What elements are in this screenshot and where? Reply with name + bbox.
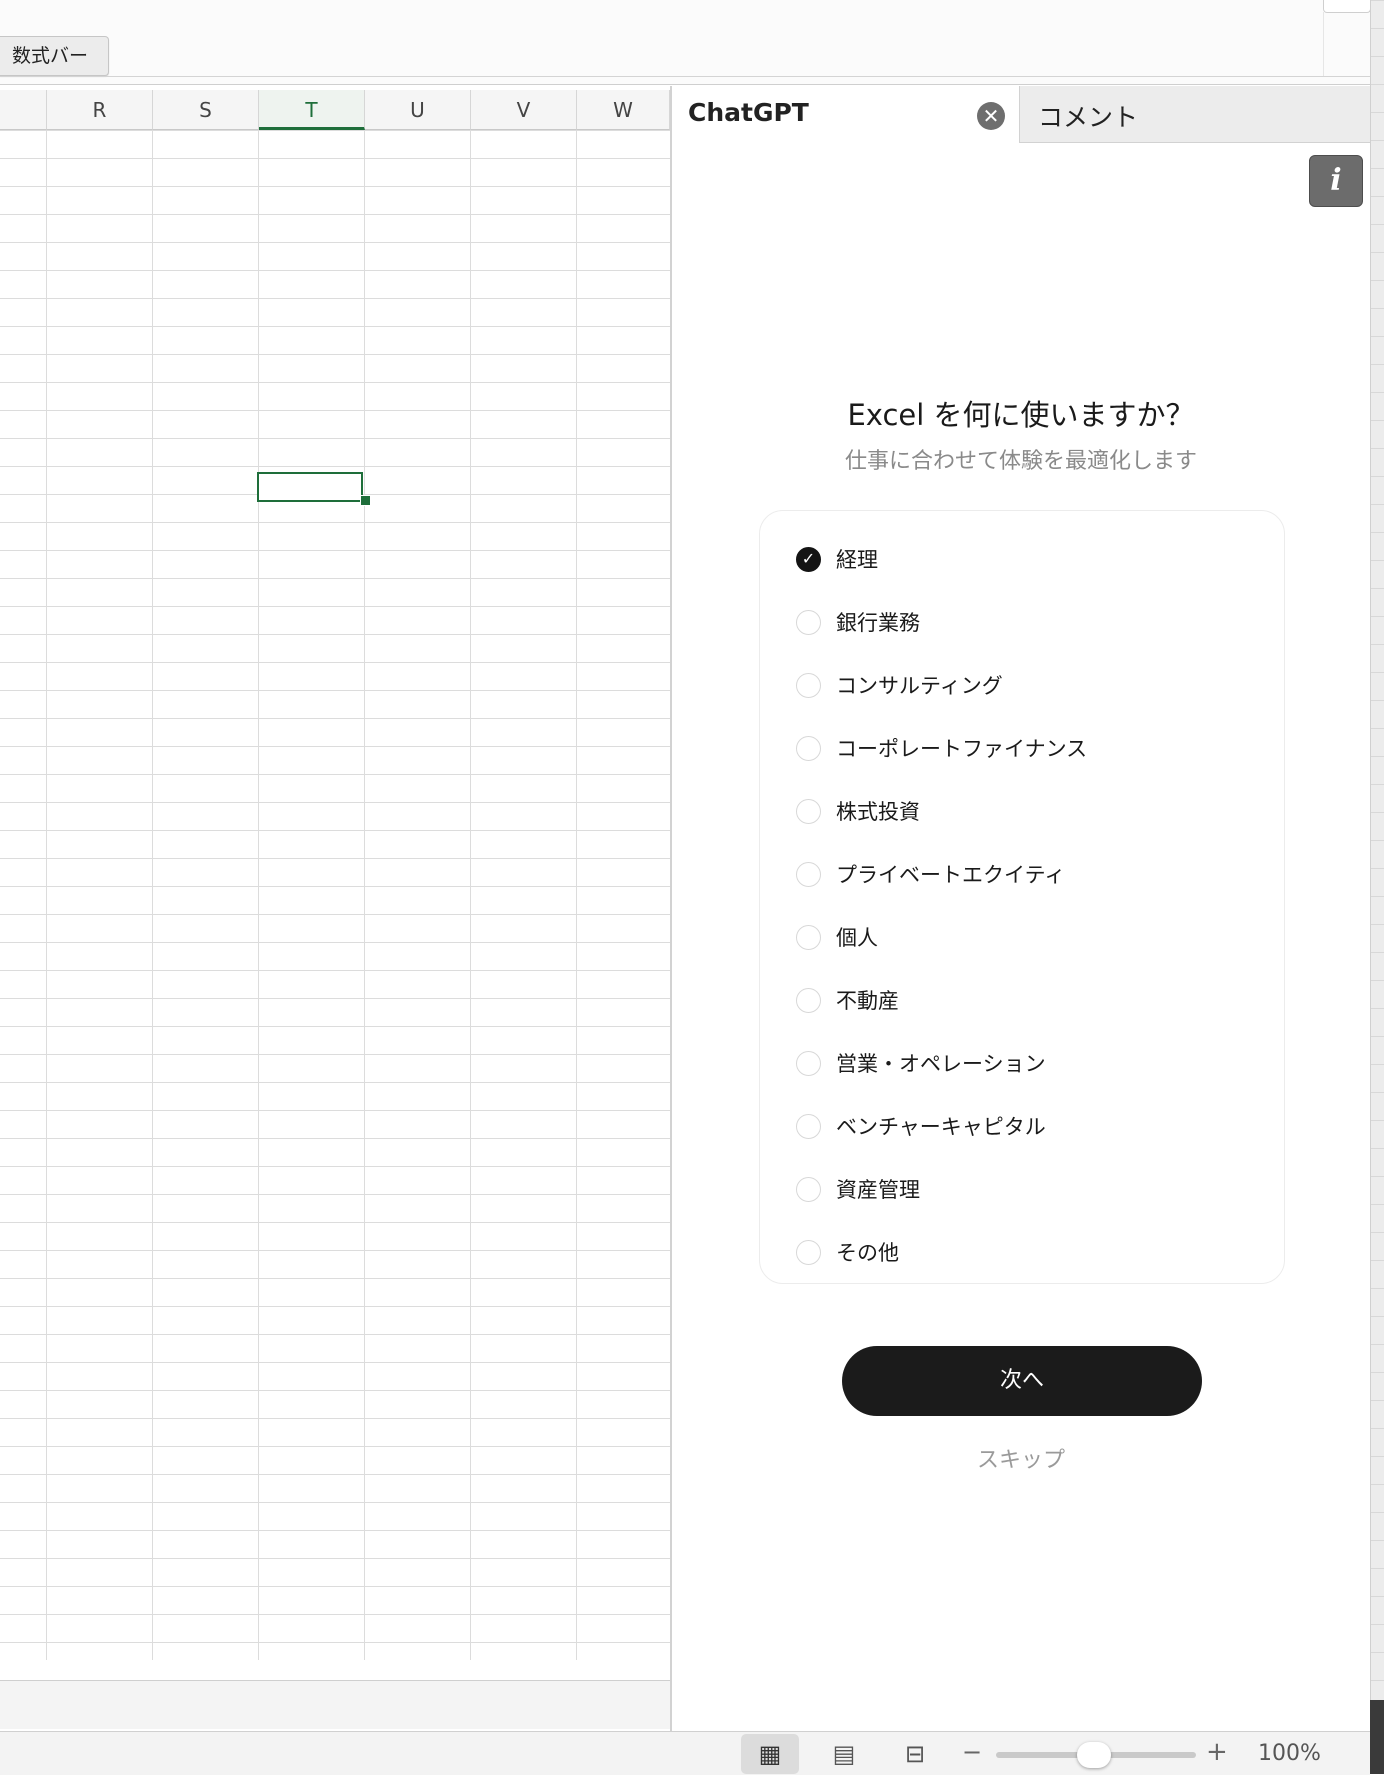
- background-window-edge: [1370, 0, 1384, 1774]
- option-label: 資産管理: [836, 1178, 920, 1202]
- tab-chatgpt[interactable]: ChatGPT ✕: [672, 86, 1020, 143]
- option-label: 不動産: [836, 989, 899, 1013]
- option-label: ベンチャーキャピタル: [836, 1115, 1046, 1139]
- status-bar: ▦ ▤ ⊟ − + 100%: [0, 1731, 1370, 1775]
- formula-bar-area: 数式バー: [0, 0, 1371, 85]
- radio-checked-icon[interactable]: ✓: [796, 547, 821, 572]
- column-header-t[interactable]: T: [259, 90, 365, 130]
- normal-view-icon[interactable]: ▦: [741, 1734, 799, 1774]
- option-label: 株式投資: [836, 800, 920, 824]
- formula-bar-button[interactable]: 数式バー: [0, 36, 109, 76]
- radio-icon[interactable]: [796, 925, 821, 950]
- options-card: ✓ 経理 銀行業務 コンサルティング コーポレートファイナンス 株式投資 プライ…: [759, 510, 1285, 1284]
- column-header-u[interactable]: U: [365, 90, 471, 130]
- question-title: Excel を何に使いますか？: [847, 398, 1195, 432]
- zoom-slider-handle[interactable]: [1077, 1742, 1111, 1768]
- cell-grid[interactable]: [0, 130, 670, 1660]
- zoom-out-button[interactable]: −: [962, 1738, 982, 1766]
- page-break-view-icon[interactable]: ⊟: [886, 1734, 944, 1774]
- radio-icon[interactable]: [796, 673, 821, 698]
- selected-cell[interactable]: [257, 472, 363, 502]
- column-header-r[interactable]: R: [47, 90, 153, 130]
- option-label: 経理: [836, 548, 878, 572]
- radio-icon[interactable]: [796, 736, 821, 761]
- toolbar-divider: [0, 76, 1370, 77]
- tab-comments[interactable]: コメント: [1038, 98, 1138, 134]
- zoom-in-button[interactable]: +: [1206, 1737, 1228, 1767]
- fill-handle[interactable]: [360, 495, 371, 506]
- option-label: その他: [836, 1241, 899, 1265]
- chatgpt-side-panel: ChatGPT ✕ コメント i Excel を何に使いますか？ 仕事に合わせて…: [672, 86, 1370, 1731]
- radio-icon[interactable]: [796, 1051, 821, 1076]
- option-label: 営業・オペレーション: [836, 1052, 1046, 1076]
- spreadsheet-grid[interactable]: R S T U V W: [0, 90, 670, 1680]
- panel-tabs: ChatGPT ✕ コメント: [672, 86, 1370, 143]
- radio-icon[interactable]: [796, 1177, 821, 1202]
- zoom-level[interactable]: 100%: [1258, 1741, 1321, 1766]
- sheet-footer: [0, 1680, 670, 1729]
- option-label: コーポレートファイナンス: [836, 737, 1088, 761]
- column-header-v[interactable]: V: [471, 90, 577, 130]
- option-label: 銀行業務: [836, 611, 920, 635]
- column-header-partial[interactable]: [0, 90, 47, 130]
- window-control-edge: [1323, 0, 1371, 13]
- skip-link[interactable]: スキップ: [672, 1442, 1370, 1474]
- radio-icon[interactable]: [796, 988, 821, 1013]
- page-layout-view-icon[interactable]: ▤: [815, 1734, 873, 1774]
- radio-icon[interactable]: [796, 862, 821, 887]
- radio-icon[interactable]: [796, 610, 821, 635]
- option-label: 個人: [836, 926, 878, 950]
- tab-chatgpt-label: ChatGPT: [688, 98, 809, 127]
- question-subtitle: 仕事に合わせて体験を最適化します: [844, 449, 1197, 474]
- radio-icon[interactable]: [796, 1240, 821, 1265]
- option-label: プライベートエクイティ: [836, 863, 1066, 887]
- column-header-s[interactable]: S: [153, 90, 259, 130]
- background-window-edge: [1370, 1700, 1384, 1774]
- column-header-w[interactable]: W: [577, 90, 670, 130]
- radio-icon[interactable]: [796, 799, 821, 824]
- next-button[interactable]: 次へ: [842, 1346, 1202, 1416]
- option-label: コンサルティング: [836, 674, 1003, 698]
- close-icon[interactable]: ✕: [977, 102, 1005, 130]
- toolbar-divider: [1323, 12, 1324, 76]
- radio-icon[interactable]: [796, 1114, 821, 1139]
- info-icon[interactable]: i: [1309, 155, 1363, 207]
